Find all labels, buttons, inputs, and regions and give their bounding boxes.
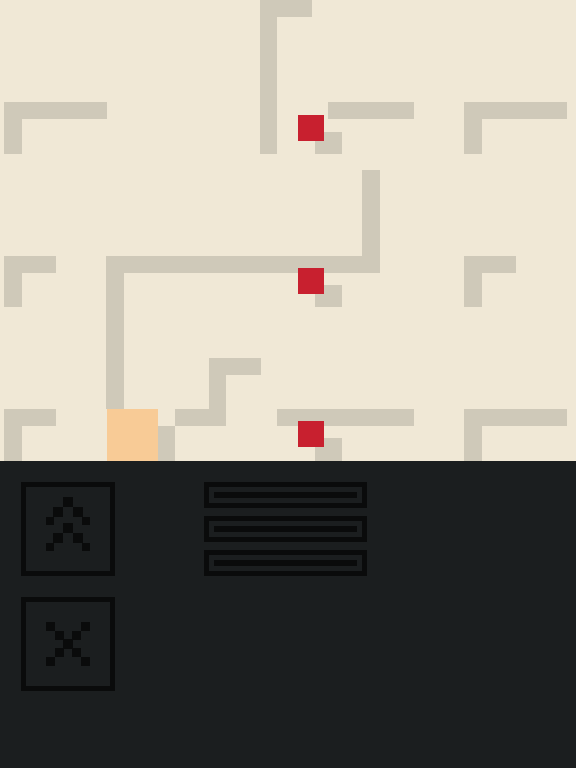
wall-segment — [106, 256, 380, 273]
menu-button[interactable] — [204, 482, 367, 576]
player-block — [107, 409, 158, 461]
wall-segment — [158, 426, 175, 461]
cancel-button[interactable] — [21, 597, 115, 691]
game-board[interactable] — [0, 0, 576, 461]
wall-segment — [464, 409, 482, 461]
close-icon — [46, 622, 90, 666]
maze-walls — [4, 0, 567, 461]
menu-bar — [204, 516, 367, 542]
enemy-block — [298, 115, 324, 141]
wall-segment — [260, 0, 312, 17]
wall-segment — [4, 256, 22, 307]
menu-bar — [204, 550, 367, 576]
wall-segment — [4, 102, 22, 154]
wall-segment — [175, 409, 226, 426]
enemy-block — [298, 421, 324, 447]
wall-segment — [4, 409, 22, 461]
wall-segment — [277, 409, 414, 426]
control-panel — [0, 461, 576, 768]
chevron-up-icon — [46, 497, 90, 551]
enemy-block — [298, 268, 324, 294]
wall-segment — [464, 256, 482, 307]
maze — [4, 0, 567, 461]
wall-segment — [260, 0, 277, 154]
wall-segment — [464, 102, 482, 154]
move-up-button[interactable] — [21, 482, 115, 576]
menu-icon — [204, 482, 367, 508]
wall-segment — [106, 256, 124, 409]
wall-segment — [328, 102, 414, 119]
